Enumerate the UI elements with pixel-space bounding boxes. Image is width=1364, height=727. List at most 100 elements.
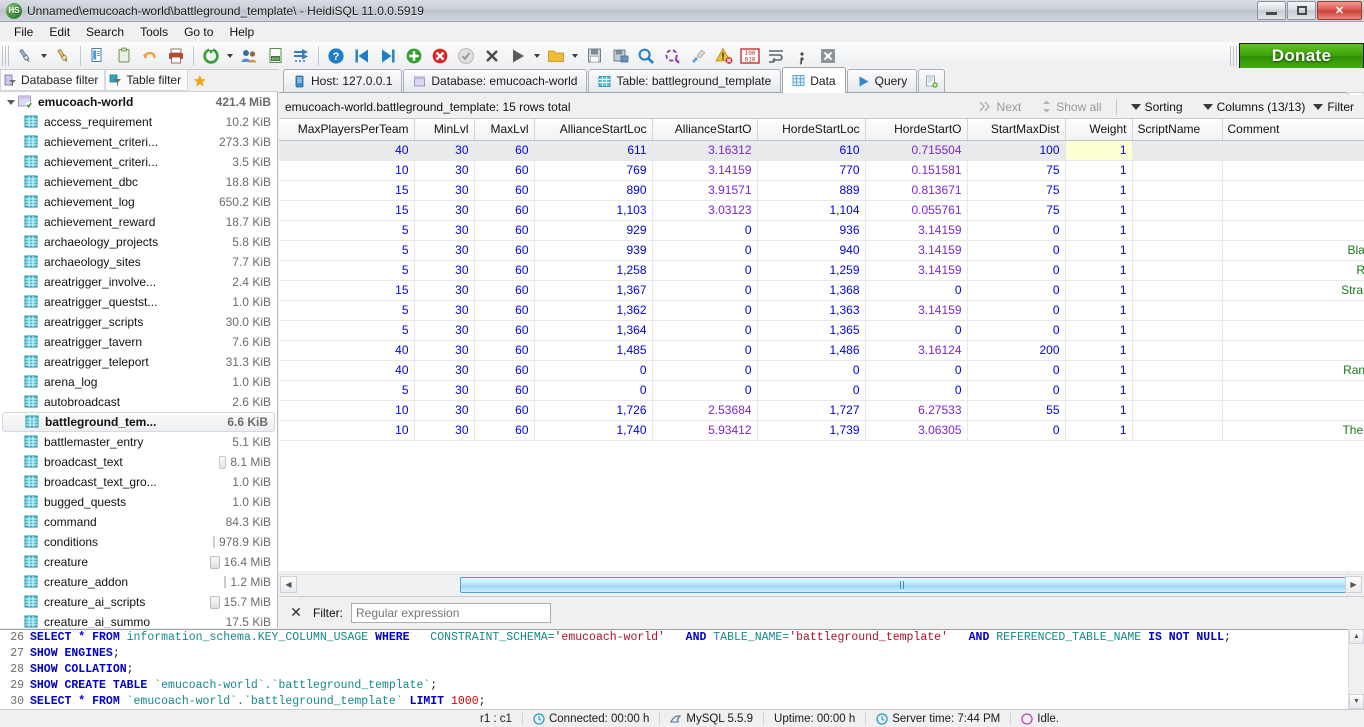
tree-item[interactable]: conditions 978.9 KiB <box>0 532 277 552</box>
grid-cell[interactable]: 0 <box>865 380 968 401</box>
tree-item[interactable]: access_requirement 10.2 KiB <box>0 112 277 132</box>
grid-scroll-left-arrow[interactable]: ◀ <box>280 576 297 593</box>
grid-cell[interactable]: Blades's Edge Arena <box>1222 240 1364 261</box>
grid-cell[interactable]: 936 <box>757 220 866 241</box>
grid-cell[interactable]: 3.14159 <box>865 240 968 261</box>
tab-new-query[interactable] <box>918 69 946 92</box>
database-filter-button[interactable]: Database filter <box>0 70 106 91</box>
grid-cell[interactable]: 1,486 <box>757 340 866 361</box>
grid-cell[interactable]: 10 <box>279 160 415 181</box>
column-header[interactable]: MinLvl <box>414 119 475 141</box>
grid-cell[interactable]: 1 <box>1065 340 1133 361</box>
session-manager-icon[interactable] <box>13 44 37 68</box>
grid-cell[interactable]: Random battleground <box>1222 360 1364 381</box>
grid-cell[interactable]: 0.151581 <box>865 160 968 181</box>
grid-cell[interactable]: 929 <box>534 220 653 241</box>
table-row[interactable]: 1030607693.141597700.151581751 Warsong Gu… <box>279 160 1364 181</box>
grid-cell[interactable] <box>1132 300 1223 321</box>
grid-cell[interactable]: 60 <box>474 400 535 421</box>
grid-cell[interactable]: 1,368 <box>757 280 866 301</box>
column-header[interactable]: AllianceStartO <box>652 119 758 141</box>
column-header[interactable]: StartMaxDist <box>967 119 1066 141</box>
column-header[interactable]: HordeStartO <box>865 119 968 141</box>
tree-item[interactable]: areatrigger_scripts 30.0 KiB <box>0 312 277 332</box>
tree-item[interactable]: areatrigger_tavern 7.6 KiB <box>0 332 277 352</box>
grid-cell[interactable]: 1,740 <box>534 420 653 441</box>
post-changes-icon[interactable] <box>454 44 478 68</box>
grid-cell[interactable]: 769 <box>534 160 653 181</box>
sql-log-scrollbar[interactable]: ▲ ▼ <box>1348 629 1364 709</box>
grid-cell[interactable]: 1,739 <box>757 420 866 441</box>
grid-cell[interactable]: 60 <box>474 320 535 341</box>
column-header[interactable]: HordeStartLoc <box>757 119 866 141</box>
column-header[interactable]: ScriptName <box>1132 119 1223 141</box>
insert-row-icon[interactable] <box>402 44 426 68</box>
menu-item-tools[interactable]: Tools <box>132 23 176 41</box>
grid-cell[interactable]: 5 <box>279 220 415 241</box>
grid-cell[interactable]: 0 <box>967 260 1066 281</box>
grid-cell[interactable]: The Battle for Gilneas <box>1222 420 1364 441</box>
tree-item[interactable]: creature 16.4 MiB <box>0 552 277 572</box>
grid-cell[interactable]: 60 <box>474 200 535 221</box>
table-row[interactable]: 530601,25801,2593.1415901Ruins of Lordae… <box>279 260 1364 281</box>
donate-grip[interactable] <box>1230 46 1237 66</box>
log-scroll-up-arrow[interactable]: ▲ <box>1349 629 1364 644</box>
grid-cell[interactable]: Twin Peaks <box>1222 400 1364 421</box>
refresh-icon[interactable] <box>199 44 223 68</box>
grid-cell[interactable]: 0 <box>967 420 1066 441</box>
grid-cell[interactable]: 611 <box>534 140 653 161</box>
table-filter-button[interactable]: Table filter <box>105 70 189 91</box>
grid-cell[interactable]: 3.03123 <box>652 200 758 221</box>
tree-item-selected[interactable]: battleground_tem... 6.6 KiB <box>2 412 275 432</box>
grid-cell[interactable]: 3.06305 <box>865 420 968 441</box>
save-as-icon[interactable] <box>608 44 632 68</box>
table-row[interactable]: 1030601,7405.934121,7393.0630501 The Batt… <box>279 420 1364 441</box>
tree-item[interactable]: command 84.3 KiB <box>0 512 277 532</box>
tab-query[interactable]: Query <box>846 69 918 92</box>
replace-icon[interactable] <box>660 44 684 68</box>
grid-cell[interactable]: 0 <box>967 380 1066 401</box>
grid-cell[interactable]: 0 <box>967 360 1066 381</box>
menu-item-file[interactable]: File <box>6 23 41 41</box>
grid-cell[interactable]: 1 <box>1065 380 1133 401</box>
grid-cell[interactable] <box>1132 340 1223 361</box>
tree-item[interactable]: creature_ai_summo 17.5 KiB <box>0 612 277 628</box>
grid-cell[interactable]: 30 <box>414 280 475 301</box>
grid-cell[interactable]: 0 <box>652 340 758 361</box>
toolbar-grip[interactable] <box>2 45 9 66</box>
cancel-changes-icon[interactable] <box>480 44 504 68</box>
grid-cell[interactable] <box>1132 380 1223 401</box>
grid-cell[interactable]: 6.27533 <box>865 400 968 421</box>
tab-table[interactable]: Table: battleground_template <box>588 69 782 92</box>
filter-input[interactable] <box>351 602 551 623</box>
menu-item-goto[interactable]: Go to <box>176 23 221 41</box>
grid-cell[interactable]: 0.715504 <box>865 140 968 161</box>
grid-cell[interactable]: 0 <box>967 300 1066 321</box>
tree-item[interactable]: bugged_quests 1.0 KiB <box>0 492 277 512</box>
grid-cell[interactable]: 0 <box>757 380 866 401</box>
grid-cell[interactable]: 3.14159 <box>865 260 968 281</box>
tree-item[interactable]: archaeology_projects 5.8 KiB <box>0 232 277 252</box>
grid-cell[interactable]: Warsong Gulch <box>1222 160 1364 181</box>
grid-cell[interactable]: 60 <box>474 160 535 181</box>
previous-icon[interactable] <box>350 44 374 68</box>
grid-cell[interactable]: Arathi Basin <box>1222 180 1364 201</box>
grid-cell[interactable]: 939 <box>534 240 653 261</box>
grid-cell[interactable]: 10 <box>279 420 415 441</box>
grid-cell[interactable]: 0 <box>967 320 1066 341</box>
grid-cell[interactable]: 30 <box>414 240 475 261</box>
grid-cell[interactable]: 1 <box>1065 400 1133 421</box>
grid-cell[interactable]: 30 <box>414 300 475 321</box>
grid-cell[interactable] <box>1132 420 1223 441</box>
grid-cell[interactable]: 889 <box>757 180 866 201</box>
refresh-dropdown-arrow[interactable] <box>224 44 236 68</box>
grid-cell[interactable] <box>1132 280 1223 301</box>
grid-cell[interactable]: 0 <box>865 320 968 341</box>
tree-item[interactable]: achievement_log 650.2 KiB <box>0 192 277 212</box>
collapse-arrow-icon[interactable] <box>6 97 16 107</box>
column-header[interactable]: AllianceStartLoc <box>534 119 653 141</box>
grid-cell[interactable]: 1 <box>1065 420 1133 441</box>
grid-cell[interactable] <box>1132 180 1223 201</box>
grid-cell[interactable]: 75 <box>967 160 1066 181</box>
execute-icon[interactable] <box>506 44 530 68</box>
